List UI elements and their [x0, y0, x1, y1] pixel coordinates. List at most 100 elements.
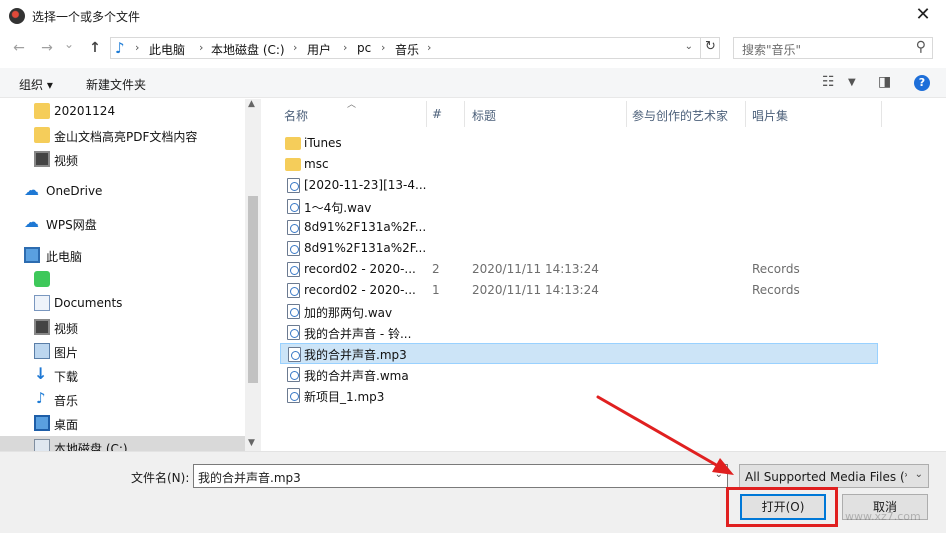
sidebar-item-jinshan[interactable]: 金山文档高亮PDF文档内容 [0, 124, 245, 146]
audio-file-icon [287, 325, 300, 340]
list-item[interactable]: 我的合并声音.wma [280, 364, 878, 385]
new-folder-button[interactable]: 新建文件夹 [86, 76, 146, 93]
video-icon [34, 151, 50, 167]
audio-file-icon [287, 199, 300, 214]
close-button[interactable]: ✕ [900, 0, 946, 32]
breadcrumb-pc[interactable]: pc [357, 41, 371, 55]
track-title: 2020/11/11 14:13:24 [472, 262, 599, 276]
file-name: 8d91%2F131a%2F... [304, 220, 427, 234]
column-divider[interactable] [881, 101, 882, 127]
chevron-down-icon[interactable]: ⌄ [685, 41, 693, 52]
sidebar-item-onedrive[interactable]: ☁ OneDrive [0, 180, 245, 202]
list-item[interactable]: 加的那两句.wav [280, 301, 878, 322]
sidebar-item-label: 桌面 [54, 418, 79, 432]
list-item[interactable]: [2020-11-23][13-4... [280, 175, 878, 196]
breadcrumb-separator[interactable]: › [381, 41, 385, 54]
file-name: record02 - 2020-... [304, 283, 416, 297]
sidebar-item-wps[interactable]: ☁ WPS网盘 [0, 212, 245, 234]
sidebar-item-videos[interactable]: 视频 [0, 316, 245, 338]
breadcrumb-separator[interactable]: › [343, 41, 347, 54]
sidebar-item-downloads[interactable]: ↓ 下载 [0, 364, 245, 386]
sidebar-item-documents[interactable]: Documents [0, 292, 245, 314]
column-header-title[interactable]: 标题 [472, 107, 496, 133]
sidebar-item-20201124[interactable]: 20201124 [0, 100, 245, 122]
sidebar-item-label: 本地磁盘 (C:) [54, 442, 128, 451]
audio-file-icon [287, 304, 300, 319]
sidebar-item-label: WPS网盘 [46, 218, 97, 232]
file-name: [2020-11-23][13-4... [304, 178, 427, 192]
column-divider[interactable] [626, 101, 627, 127]
sidebar-item-label: 20201124 [54, 104, 116, 118]
sidebar-item-videos[interactable]: 视频 [0, 148, 245, 170]
column-divider[interactable] [464, 101, 465, 127]
breadcrumb-separator[interactable]: › [199, 41, 203, 54]
search-input[interactable]: 搜索"音乐" [742, 41, 801, 58]
help-icon[interactable]: ? [914, 75, 930, 91]
forward-button[interactable]: → [38, 40, 56, 56]
list-item[interactable]: 1～4句.wav [280, 196, 878, 217]
list-item[interactable]: msc [280, 154, 878, 175]
scroll-up-icon[interactable]: ▲ [248, 99, 255, 109]
list-item[interactable]: 我的合并声音 - 铃... [280, 322, 878, 343]
column-header-album[interactable]: 唱片集 [752, 107, 788, 133]
file-name: 加的那两句.wav [304, 306, 393, 320]
app-icon [34, 271, 50, 287]
file-name: iTunes [304, 136, 342, 150]
refresh-button[interactable]: ↻ [700, 37, 720, 59]
file-name: 8d91%2F131a%2F... [304, 241, 427, 255]
column-divider[interactable] [745, 101, 746, 127]
up-button[interactable]: ↑ [86, 40, 104, 56]
documents-icon [34, 295, 50, 311]
desktop-icon [34, 415, 50, 431]
list-item[interactable]: record02 - 2020-... 1 2020/11/11 14:13:2… [280, 280, 878, 301]
audio-file-icon [288, 347, 301, 362]
chevron-down-icon[interactable]: ⌄ [715, 469, 723, 480]
list-item[interactable]: 新项目_1.mp3 [280, 385, 878, 406]
breadcrumb-music[interactable]: 音乐 [395, 41, 419, 58]
breadcrumb-separator[interactable]: › [135, 41, 139, 54]
sidebar-item-music[interactable]: ♪ 音乐 [0, 388, 245, 410]
sidebar-item-desktop[interactable]: 桌面 [0, 412, 245, 434]
breadcrumb-separator[interactable]: › [427, 41, 431, 54]
scroll-down-icon[interactable]: ▼ [248, 438, 255, 448]
title-bar: 选择一个或多个文件 ✕ [0, 0, 946, 32]
preview-pane-icon[interactable]: ◨ [878, 74, 891, 90]
back-button[interactable]: ← [10, 40, 28, 56]
sidebar-item-local-disk[interactable]: 本地磁盘 (C:) [0, 436, 245, 451]
audio-file-icon [287, 388, 300, 403]
list-item[interactable]: 8d91%2F131a%2F... [280, 217, 878, 238]
recent-locations-button[interactable]: ⌄ [60, 37, 78, 51]
sidebar-item-label: 音乐 [54, 394, 79, 408]
breadcrumb-separator[interactable]: › [293, 41, 297, 54]
breadcrumb-users[interactable]: 用户 [307, 41, 331, 58]
column-header-artist[interactable]: 参与创作的艺术家 [632, 107, 728, 133]
list-item-selected[interactable]: 我的合并声音.mp3 [280, 343, 878, 364]
chevron-down-icon[interactable]: ▼ [848, 77, 856, 88]
search-icon[interactable]: ⚲ [916, 39, 926, 55]
sidebar-item-this-pc[interactable]: 此电脑 [0, 244, 245, 266]
annotation-highlight-box [726, 487, 838, 527]
sidebar-item-label: 图片 [54, 346, 79, 360]
organize-menu[interactable]: 组织 ▾ [19, 76, 53, 93]
list-item[interactable]: iTunes [280, 133, 878, 154]
search-box[interactable]: 搜索"音乐" ⚲ [733, 37, 933, 59]
filename-value[interactable]: 我的合并声音.mp3 [198, 469, 301, 486]
sidebar-item-pictures[interactable]: 图片 [0, 340, 245, 362]
breadcrumb-this-pc[interactable]: 此电脑 [149, 41, 185, 58]
column-header-name[interactable]: 名称 [284, 107, 308, 133]
view-options-icon[interactable]: ☷ [822, 74, 835, 90]
column-divider[interactable] [426, 101, 427, 127]
list-item[interactable]: 8d91%2F131a%2F... [280, 238, 878, 259]
file-name: 新项目_1.mp3 [304, 390, 385, 404]
sidebar-item-app[interactable] [0, 268, 245, 290]
list-item[interactable]: record02 - 2020-... 2 2020/11/11 14:13:2… [280, 259, 878, 280]
folder-icon [285, 158, 301, 171]
breadcrumb-local-disk[interactable]: 本地磁盘 (C:) [211, 41, 285, 58]
file-name: msc [304, 157, 329, 171]
column-header-number[interactable]: # [432, 107, 442, 133]
address-bar[interactable]: ♪ › 此电脑 › 本地磁盘 (C:) › 用户 › pc › 音乐 › ⌄ [110, 37, 720, 59]
audio-file-icon [287, 178, 300, 193]
sidebar-scroll-thumb[interactable] [248, 196, 258, 383]
filename-input[interactable]: 我的合并声音.mp3 ⌄ [193, 464, 728, 488]
watermark-text: www.xz7.com [845, 510, 921, 523]
